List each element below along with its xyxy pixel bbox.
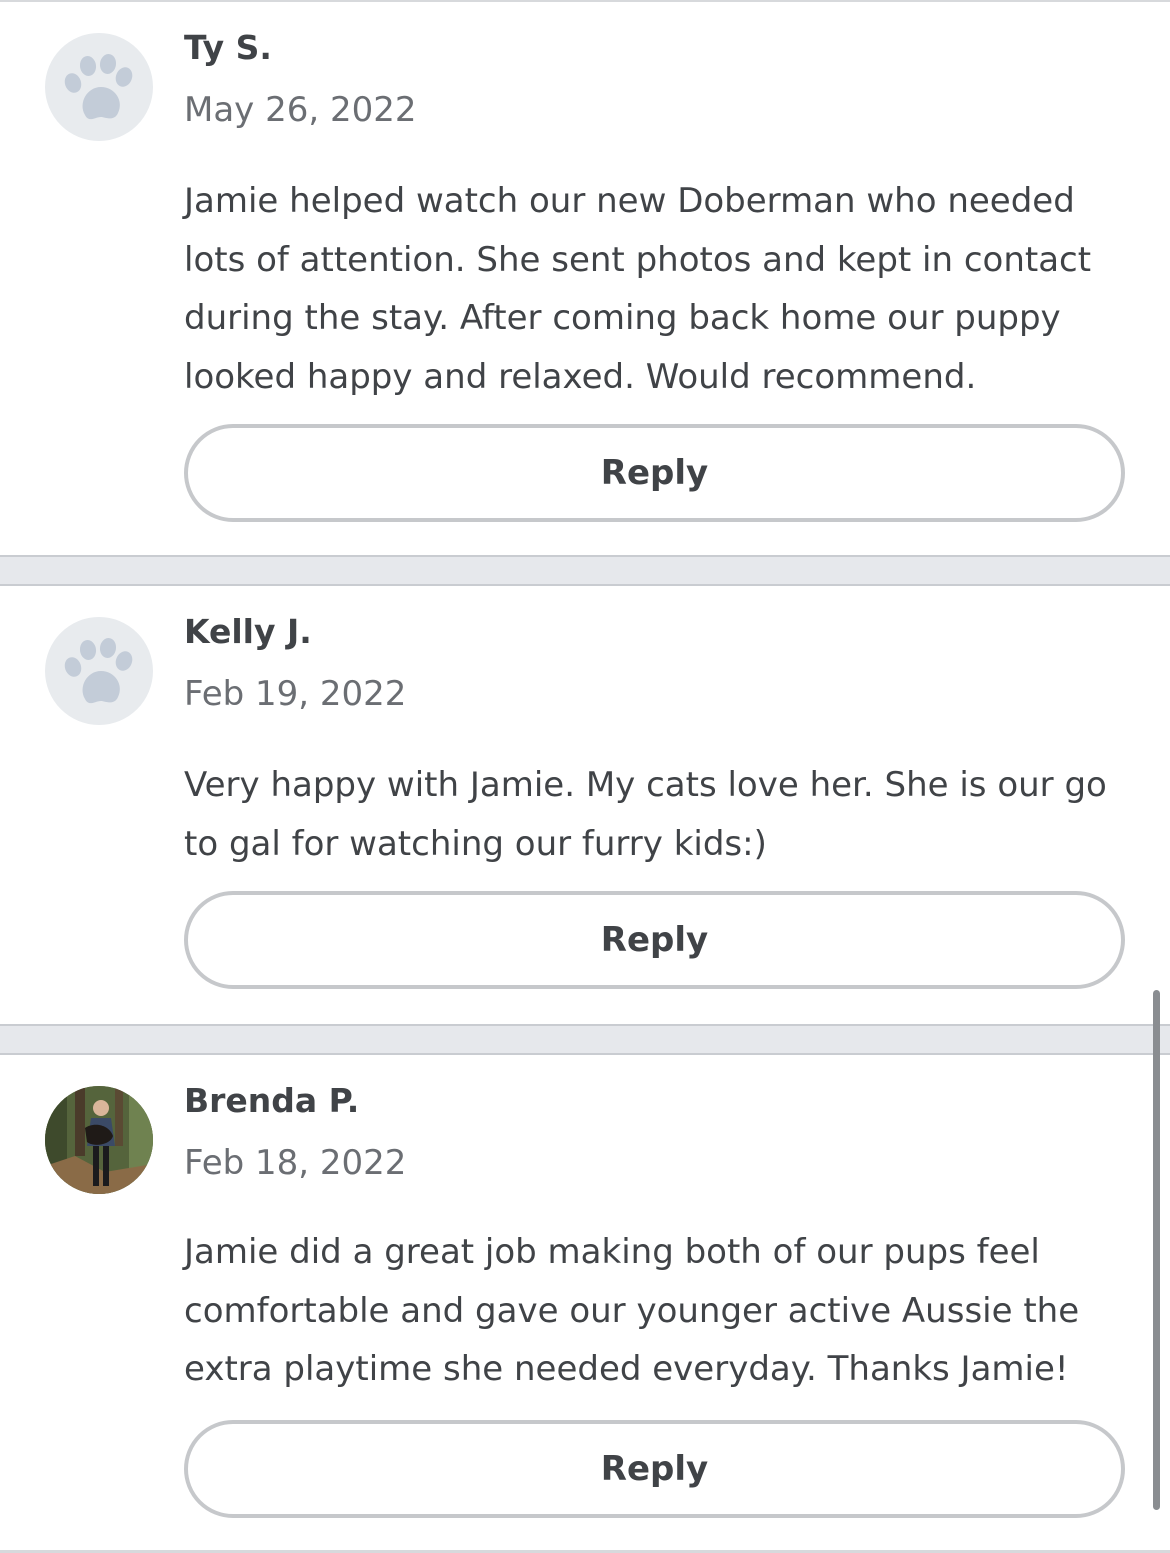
review-text: Very happy with Jamie. My cats love her.…	[184, 765, 1107, 864]
reviews-page: Ty S. May 26, 2022 Jamie helped watch ou…	[0, 0, 1170, 1553]
review-card: Kelly J. Feb 19, 2022 Very happy with Ja…	[0, 586, 1170, 1024]
review-date: Feb 18, 2022	[184, 1143, 407, 1183]
profile-photo-avatar	[45, 1086, 153, 1194]
review-separator	[0, 555, 1170, 586]
reviewer-name: Kelly J.	[184, 612, 312, 651]
review-card: Ty S. May 26, 2022 Jamie helped watch ou…	[0, 0, 1170, 555]
paw-avatar-icon	[45, 33, 153, 141]
paw-icon	[64, 54, 133, 120]
review-text: Jamie did a great job making both of our…	[184, 1232, 1080, 1389]
reviewer-name: Ty S.	[184, 28, 272, 67]
review-date: May 26, 2022	[184, 90, 417, 130]
reply-button[interactable]: Reply	[184, 424, 1125, 522]
reviewer-name: Brenda P.	[184, 1081, 360, 1120]
paw-icon	[64, 638, 133, 704]
review-card: Brenda P. Feb 18, 2022 Jamie did a great…	[0, 1055, 1170, 1553]
reply-button[interactable]: Reply	[184, 891, 1125, 989]
review-text: Jamie helped watch our new Doberman who …	[184, 181, 1092, 397]
review-separator	[0, 1024, 1170, 1055]
paw-avatar-icon	[45, 617, 153, 725]
reply-button[interactable]: Reply	[184, 1420, 1125, 1518]
review-date: Feb 19, 2022	[184, 674, 407, 714]
vertical-scrollbar[interactable]	[1153, 990, 1160, 1510]
profile-photo	[45, 1086, 153, 1194]
